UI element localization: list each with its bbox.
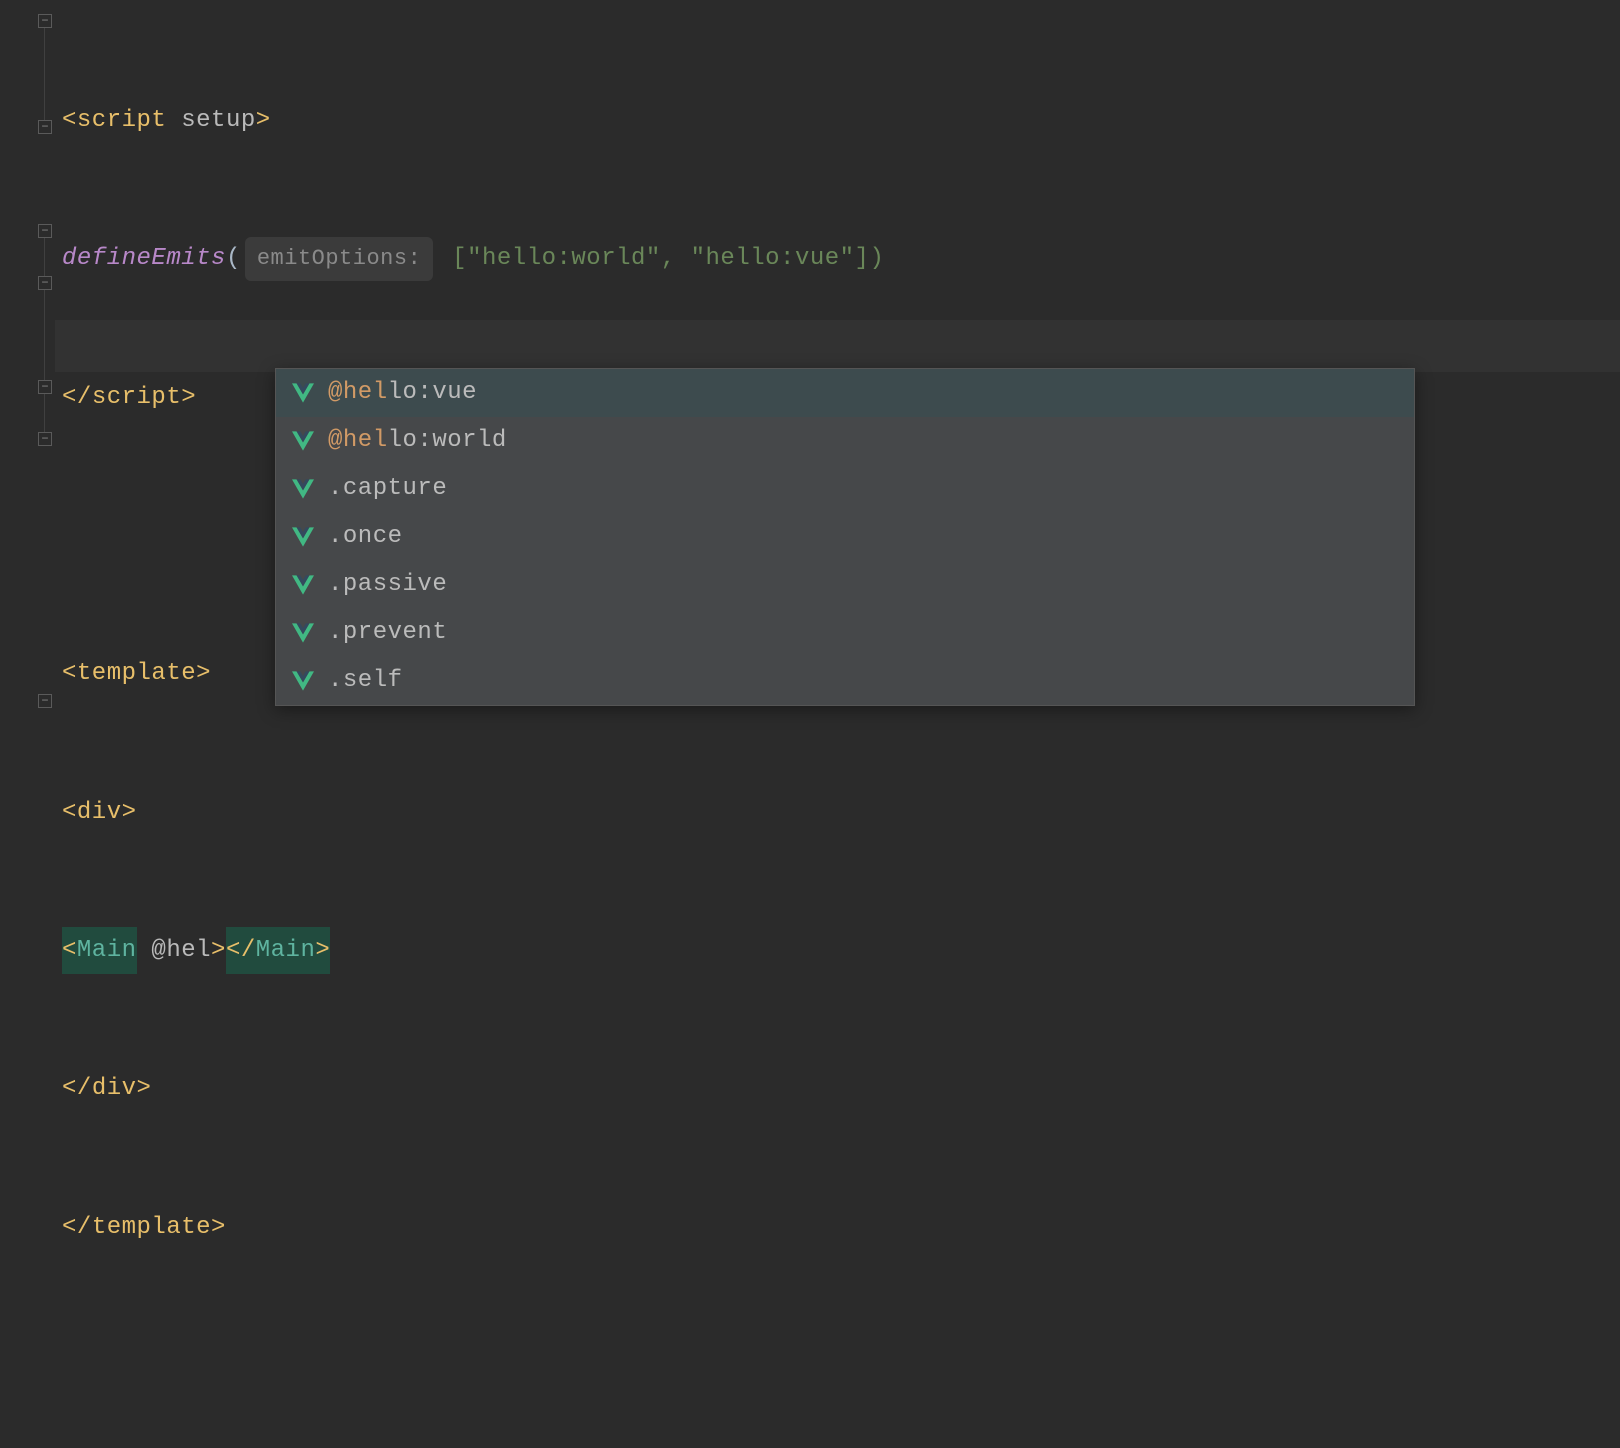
autocomplete-item[interactable]: .prevent [276, 609, 1414, 657]
fold-toggle[interactable]: − [38, 432, 52, 446]
autocomplete-popup[interactable]: @hello:vue @hello:world .capture .once .… [275, 368, 1415, 706]
code-line: </div> [62, 1063, 884, 1115]
vue-icon [292, 527, 314, 547]
fold-toggle[interactable]: − [38, 694, 52, 708]
autocomplete-item[interactable]: .passive [276, 561, 1414, 609]
code-editor[interactable]: <script setup> defineEmits(emitOptions: … [62, 8, 884, 1448]
fold-toggle[interactable]: − [38, 224, 52, 238]
autocomplete-label: .self [328, 659, 403, 702]
fold-toggle[interactable]: − [38, 380, 52, 394]
code-line: <script setup> [62, 94, 884, 146]
vue-icon [292, 671, 314, 691]
autocomplete-item[interactable]: @hello:world [276, 417, 1414, 465]
autocomplete-item[interactable]: @hello:vue [276, 369, 1414, 417]
autocomplete-label: .capture [328, 467, 447, 510]
autocomplete-item[interactable]: .self [276, 657, 1414, 705]
code-line [62, 1340, 884, 1392]
vue-icon [292, 431, 314, 451]
vue-icon [292, 479, 314, 499]
autocomplete-item[interactable]: .once [276, 513, 1414, 561]
autocomplete-label: @hello:vue [328, 371, 477, 414]
code-line: defineEmits(emitOptions: ["hello:world",… [62, 233, 884, 285]
code-line: </template> [62, 1201, 884, 1253]
autocomplete-label: .passive [328, 563, 447, 606]
autocomplete-label: .once [328, 515, 403, 558]
code-line: <Main @hel></Main> [62, 925, 884, 977]
code-line: <div> [62, 786, 884, 838]
fold-toggle[interactable]: − [38, 276, 52, 290]
autocomplete-label: @hello:world [328, 419, 507, 462]
vue-icon [292, 623, 314, 643]
vue-icon [292, 383, 314, 403]
autocomplete-label: .prevent [328, 611, 447, 654]
vue-icon [292, 575, 314, 595]
autocomplete-item[interactable]: .capture [276, 465, 1414, 513]
editor-gutter: − − − − − − − [0, 0, 55, 724]
fold-toggle[interactable]: − [38, 120, 52, 134]
inlay-hint: emitOptions: [245, 237, 433, 281]
fold-toggle[interactable]: − [38, 14, 52, 28]
